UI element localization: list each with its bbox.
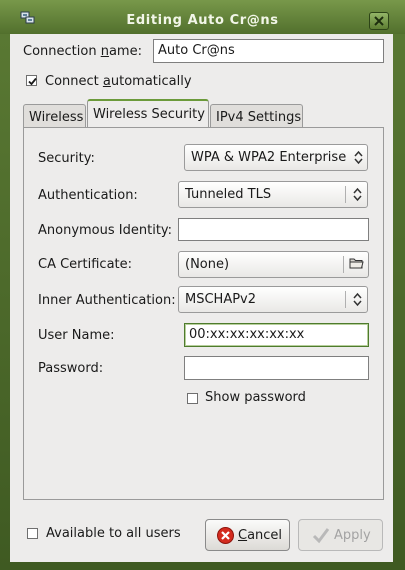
user-name-input[interactable]: 00:xx:xx:xx:xx:xx [184,323,369,347]
inner-authentication-label: Inner Authentication: [38,293,176,308]
security-label: Security: [38,151,95,166]
cancel-button-label: Cancel [238,528,283,543]
ca-certificate-label: CA Certificate: [38,257,133,272]
close-button[interactable] [369,12,389,30]
tab-wireless[interactable]: Wireless [23,104,86,128]
window-title: Editing Auto Cr@ns [126,13,279,28]
checkmark-icon [28,77,37,86]
tab-wireless-security[interactable]: Wireless Security [87,99,209,128]
anonymous-identity-input[interactable] [178,218,369,241]
password-input[interactable] [184,356,369,380]
connection-name-label: Connection name: [23,44,142,59]
show-password-checkbox[interactable] [187,393,198,404]
cancel-icon [217,527,234,548]
inner-authentication-value: MSCHAPv2 [185,292,257,307]
dialog-body: Connection name: Auto Cr@ns Connect auto… [10,34,393,562]
chevron-up-down-icon [354,150,363,169]
checkmark-icon [312,527,330,548]
authentication-combo-value: Tunneled TLS [185,187,272,202]
available-to-all-users-label[interactable]: Available to all users [46,526,181,541]
connection-name-input[interactable]: Auto Cr@ns [153,39,384,63]
wireless-security-panel: Security: WPA & WPA2 Enterprise Authenti… [23,127,384,500]
chevron-up-down-icon [353,292,362,311]
anonymous-identity-label: Anonymous Identity: [38,223,173,238]
security-combo[interactable]: WPA & WPA2 Enterprise [184,144,368,171]
chooser-separator [343,256,344,273]
combo-separator [345,291,346,308]
close-icon [374,16,384,26]
apply-button-label: Apply [334,528,371,543]
combo-separator [345,186,346,203]
title-bar[interactable]: Editing Auto Cr@ns [0,0,405,34]
authentication-combo[interactable]: Tunneled TLS [178,181,368,208]
apply-button[interactable]: Apply [298,519,383,551]
inner-authentication-combo[interactable]: MSCHAPv2 [178,286,368,313]
chevron-up-down-icon [353,187,362,206]
dialog-window: Editing Auto Cr@ns Connection name: Auto… [0,0,405,570]
cancel-button[interactable]: Cancel [205,519,290,551]
show-password-label[interactable]: Show password [205,390,306,405]
ca-certificate-chooser[interactable]: (None) [178,251,369,278]
available-to-all-users-checkbox[interactable] [27,528,38,539]
password-label: Password: [38,361,104,376]
connect-automatically-checkbox[interactable] [26,75,37,86]
tab-ipv4-settings[interactable]: IPv4 Settings [210,104,303,128]
security-combo-value: WPA & WPA2 Enterprise [191,150,347,165]
folder-icon [349,256,364,274]
ca-certificate-value: (None) [185,257,230,272]
user-name-label: User Name: [38,328,115,343]
authentication-label: Authentication: [38,188,138,203]
connect-automatically-label[interactable]: Connect automatically [45,74,192,89]
